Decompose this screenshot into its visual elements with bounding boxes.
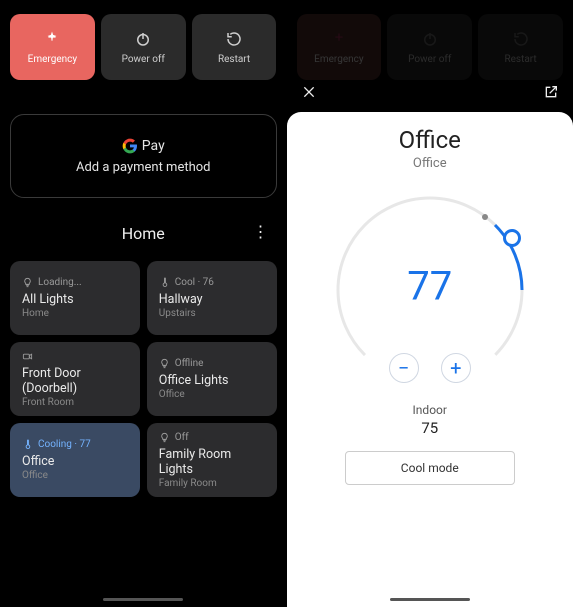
camera-icon: [22, 351, 33, 362]
tile-status: Cool · 76: [175, 277, 214, 288]
power-off-button[interactable]: Power off: [101, 14, 186, 80]
power-icon: [134, 30, 152, 48]
sheet-top-bar: [287, 78, 573, 104]
tile-front-door[interactable]: Front Door (Doorbell) Front Room: [10, 342, 140, 416]
thermostat-title: Office: [399, 126, 461, 154]
restart-icon: [512, 30, 530, 48]
power-off-label: Power off: [122, 54, 165, 65]
emergency-icon: [43, 30, 61, 48]
emergency-button[interactable]: Emergency: [10, 14, 95, 80]
top-button-row-dimmed: Emergency Power off Restart: [287, 0, 573, 80]
emergency-icon: [330, 30, 348, 48]
pay-subtitle: Add a payment method: [76, 160, 211, 175]
thermostat-panel: Emergency Power off Restart Office Offic…: [287, 0, 573, 607]
tile-room: Front Room: [22, 397, 128, 408]
thermo-icon: [22, 439, 33, 450]
tile-name: Office Lights: [159, 373, 265, 388]
tile-name: Front Door (Doorbell): [22, 366, 128, 396]
top-button-row: Emergency Power off Restart: [0, 0, 287, 80]
tile-name: Office: [22, 454, 128, 469]
bulb-icon: [22, 277, 33, 288]
indoor-value: 75: [421, 419, 438, 437]
tile-office-lights[interactable]: Offline Office Lights Office: [147, 342, 277, 416]
dial-handle[interactable]: [503, 229, 521, 247]
tile-name: All Lights: [22, 292, 128, 307]
thermostat-sheet: Office Office 77 − + Indoor 75 Cool mode: [287, 112, 573, 607]
nav-bar[interactable]: [390, 598, 470, 601]
thermostat-room: Office: [413, 156, 447, 171]
emergency-label: Emergency: [314, 54, 363, 65]
power-icon: [421, 30, 439, 48]
tile-office-thermostat[interactable]: Cooling · 77 Office Office: [10, 423, 140, 497]
tile-status: Cooling · 77: [38, 439, 91, 450]
home-menu-icon[interactable]: ⋮: [253, 224, 269, 240]
google-g-icon: [122, 138, 138, 154]
power-menu-panel: Emergency Power off Restart Pay Add a pa…: [0, 0, 287, 607]
indoor-label: Indoor: [413, 403, 447, 417]
tile-room: Office: [159, 389, 265, 400]
tile-family-room-lights[interactable]: Off Family Room Lights Family Room: [147, 423, 277, 497]
emergency-button-dimmed: Emergency: [297, 14, 382, 80]
open-external-icon[interactable]: [543, 84, 559, 104]
restart-label: Restart: [218, 54, 250, 65]
close-icon[interactable]: [301, 84, 317, 104]
decrease-button[interactable]: −: [389, 353, 419, 383]
tile-room: Family Room: [159, 478, 265, 489]
restart-icon: [225, 30, 243, 48]
gpay-text: Pay: [142, 138, 165, 154]
tile-name: Family Room Lights: [159, 447, 265, 477]
temperature-dial[interactable]: 77 − +: [325, 185, 535, 395]
restart-label: Restart: [504, 54, 536, 65]
gpay-logo-row: Pay: [122, 138, 165, 154]
tile-name: Hallway: [159, 292, 265, 307]
increase-button[interactable]: +: [441, 353, 471, 383]
power-off-label: Power off: [408, 54, 451, 65]
bulb-icon: [159, 432, 170, 443]
tile-room: Upstairs: [159, 308, 265, 319]
home-header: Home ⋮: [14, 224, 273, 243]
mode-button[interactable]: Cool mode: [345, 451, 515, 485]
tile-all-lights[interactable]: Loading... All Lights Home: [10, 261, 140, 335]
restart-button-dimmed: Restart: [478, 14, 563, 80]
tile-status: Loading...: [38, 277, 82, 288]
power-off-button-dimmed: Power off: [387, 14, 472, 80]
setpoint-value: 77: [407, 263, 452, 310]
home-title: Home: [122, 224, 165, 243]
device-grid: Loading... All Lights Home Cool · 76 Hal…: [0, 253, 287, 505]
tile-hallway[interactable]: Cool · 76 Hallway Upstairs: [147, 261, 277, 335]
restart-button[interactable]: Restart: [192, 14, 277, 80]
temp-adjust-buttons: − +: [389, 353, 471, 383]
nav-bar[interactable]: [103, 598, 183, 601]
tile-room: Home: [22, 308, 128, 319]
bulb-icon: [159, 358, 170, 369]
pay-card[interactable]: Pay Add a payment method: [10, 114, 277, 198]
tile-status: Offline: [175, 358, 204, 369]
thermo-icon: [159, 277, 170, 288]
emergency-label: Emergency: [28, 54, 77, 65]
tile-status: Off: [175, 432, 189, 443]
tile-room: Office: [22, 470, 128, 481]
